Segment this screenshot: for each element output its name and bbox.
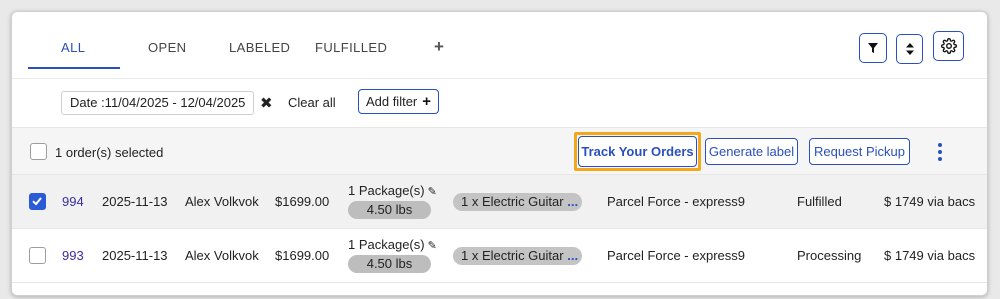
customer-name: Alex Volkvok (185, 248, 259, 263)
tab-all[interactable]: ALL (61, 40, 85, 55)
order-id-link[interactable]: 993 (62, 248, 84, 263)
check-icon (32, 197, 42, 206)
orders-panel: ALL OPEN LABELED FULFILLED + Date :11/04… (11, 11, 988, 296)
order-id-link[interactable]: 994 (62, 194, 84, 209)
add-filter-button[interactable]: Add filter + (358, 89, 439, 114)
order-status: Fulfilled (797, 194, 842, 209)
order-amount: $1699.00 (275, 248, 330, 263)
track-orders-button[interactable]: Track Your Orders (578, 136, 697, 167)
payment-info: $ 1749 via bacs (884, 194, 976, 209)
selection-count: 1 order(s) selected (55, 145, 164, 160)
filter-row: Date :11/04/2025 - 12/04/2025 ✖ Clear al… (12, 79, 987, 127)
customer-name: Alex Volkvok (185, 194, 259, 209)
settings-button[interactable] (933, 31, 964, 61)
items-text: 1 x Electric Guitar (461, 248, 564, 263)
tab-open[interactable]: OPEN (148, 40, 186, 55)
clear-date-filter-icon[interactable]: ✖ (260, 94, 273, 112)
carrier-service: Parcel Force - express9 (607, 248, 745, 263)
date-filter-chip[interactable]: Date :11/04/2025 - 12/04/2025 (61, 91, 255, 115)
order-date: 2025-11-13 (102, 194, 168, 209)
sort-button[interactable] (896, 34, 923, 64)
edit-pencil-icon[interactable]: ✎ (428, 239, 437, 252)
table-row[interactable]: 993 2025-11-13 Alex Volkvok $1699.00 1 P… (12, 229, 987, 283)
request-pickup-button[interactable]: Request Pickup (809, 138, 910, 165)
weight-badge: 4.50 lbs (348, 201, 431, 219)
order-date: 2025-11-13 (102, 248, 168, 263)
clear-all-link[interactable]: Clear all (288, 95, 336, 110)
gear-icon (940, 38, 957, 54)
items-badge[interactable]: 1 x Electric Guitar ... (453, 193, 582, 211)
filter-button[interactable] (859, 33, 887, 63)
add-tab-button[interactable]: + (434, 37, 444, 57)
items-more: ... (567, 248, 579, 263)
order-status: Processing (797, 248, 862, 263)
more-actions-icon[interactable] (934, 141, 946, 163)
weight-badge: 4.50 lbs (348, 255, 431, 273)
filter-icon (868, 43, 878, 53)
add-filter-label: Add filter (365, 94, 418, 109)
active-tab-indicator (28, 67, 120, 69)
package-count-text: 1 Package(s) (348, 237, 425, 252)
package-count: 1 Package(s) ✎ (348, 237, 437, 252)
items-text: 1 x Electric Guitar (461, 194, 564, 209)
items-more: ... (567, 194, 579, 209)
edit-pencil-icon[interactable]: ✎ (428, 185, 437, 198)
row-checkbox[interactable] (29, 247, 46, 264)
tab-labeled[interactable]: LABELED (229, 40, 290, 55)
payment-info: $ 1749 via bacs (884, 248, 976, 263)
carrier-service: Parcel Force - express9 (607, 194, 745, 209)
tab-fulfilled[interactable]: FULFILLED (315, 40, 387, 55)
order-amount: $1699.00 (275, 194, 330, 209)
row-checkbox[interactable] (29, 193, 46, 210)
generate-label-button[interactable]: Generate label (705, 138, 798, 165)
package-count-text: 1 Package(s) (348, 183, 425, 198)
plus-icon: + (422, 93, 432, 110)
items-badge[interactable]: 1 x Electric Guitar ... (453, 247, 582, 265)
table-row[interactable]: 994 2025-11-13 Alex Volkvok $1699.00 1 P… (12, 175, 987, 229)
tab-bar: ALL OPEN LABELED FULFILLED + (12, 12, 987, 80)
select-all-checkbox[interactable] (30, 143, 47, 160)
package-count: 1 Package(s) ✎ (348, 183, 437, 198)
sort-icon (905, 43, 914, 55)
bulk-actions-row: 1 order(s) selected Track Your Orders Ge… (12, 127, 987, 175)
